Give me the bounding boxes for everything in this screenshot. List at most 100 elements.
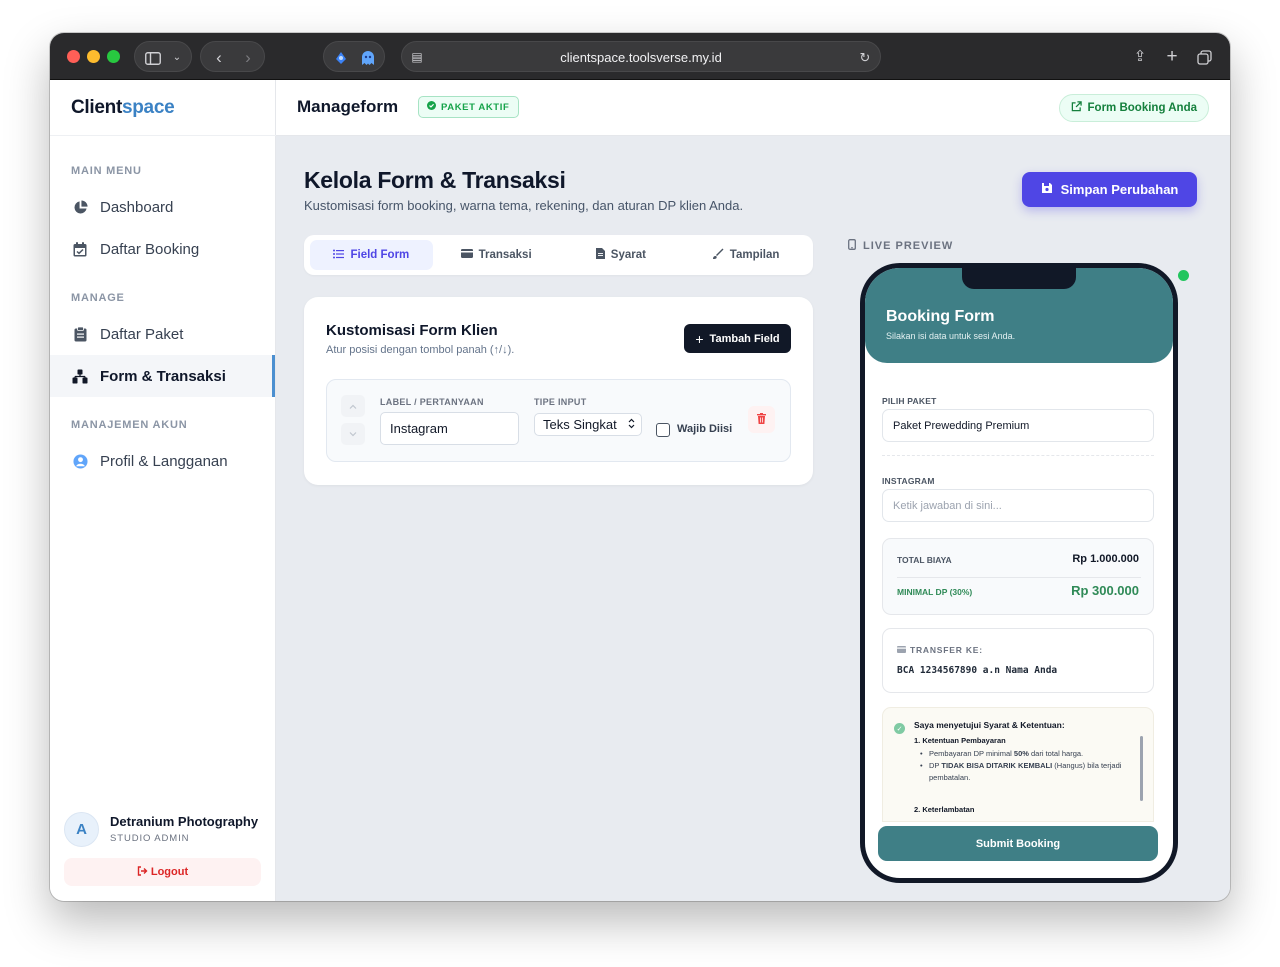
- tab-overview-icon[interactable]: [1193, 41, 1215, 72]
- required-checkbox[interactable]: [656, 423, 670, 437]
- phone-notch: [962, 268, 1076, 289]
- card-subtitle: Atur posisi dengan tombol panah (↑/↓).: [326, 344, 515, 356]
- brand-logo[interactable]: Clientspace: [71, 97, 175, 119]
- status-badge: PAKET AKTIF: [418, 96, 520, 118]
- sidebar-toggle-icon[interactable]: [144, 42, 162, 73]
- calendar-icon: [72, 241, 88, 257]
- list-icon: [333, 249, 345, 262]
- form-fields-card: Kustomisasi Form Klien Atur posisi denga…: [304, 297, 813, 485]
- form-booking-link-label: Form Booking Anda: [1087, 102, 1197, 114]
- terms-heading-1: 1. Ketentuan Pembayaran: [914, 736, 1006, 745]
- top-header: Manageform PAKET AKTIF Form Booking Anda: [276, 80, 1230, 136]
- brand-name-accent: space: [121, 97, 175, 118]
- sidebar-item-label: Profil & Langganan: [100, 452, 228, 470]
- required-label: Wajib Diisi: [677, 423, 733, 435]
- input-type-value: Teks Singkat: [543, 417, 617, 432]
- share-icon[interactable]: ⇪: [1130, 41, 1150, 72]
- form-field-row: LABEL / PERTANYAAN Instagram TIPE INPUT …: [326, 379, 791, 462]
- form-icon: [72, 368, 88, 384]
- section-label-manajemen-akun: MANAJEMEN AKUN: [71, 419, 188, 431]
- transfer-label-row: TRANSFER KE:: [897, 645, 983, 655]
- select-arrows-icon: [628, 417, 635, 432]
- page-subtitle: Kustomisasi form booking, warna tema, re…: [304, 198, 744, 213]
- instagram-input[interactable]: Ketik jawaban di sini...: [882, 489, 1154, 522]
- zoom-window-button[interactable]: [107, 50, 120, 63]
- browser-window: ⌄ ‹ › ▤ clientspace.toolsverse.my.id ↻ ⇪…: [50, 33, 1230, 901]
- tab-transaksi[interactable]: Transaksi: [435, 240, 558, 270]
- delete-field-button[interactable]: [748, 406, 775, 433]
- terms-text: dari total harga.: [1028, 749, 1084, 758]
- settings-tabs: Field Form Transaksi Syarat Tampilan: [304, 235, 813, 275]
- address-bar[interactable]: ▤ clientspace.toolsverse.my.id ↻: [401, 41, 881, 72]
- bank-card-icon: [897, 645, 906, 655]
- input-type-select[interactable]: Teks Singkat: [534, 413, 642, 436]
- sidebar-item-profil-langganan[interactable]: Profil & Langganan: [50, 440, 275, 482]
- tab-label: Transaksi: [478, 249, 532, 261]
- trash-icon: [757, 411, 766, 429]
- chevron-down-icon[interactable]: ⌄: [169, 42, 185, 73]
- sidebar-item-daftar-booking[interactable]: Daftar Booking: [50, 228, 275, 270]
- move-up-button[interactable]: [341, 395, 365, 417]
- live-preview-text: LIVE PREVIEW: [863, 240, 954, 252]
- package-select[interactable]: Paket Prewedding Premium: [882, 409, 1154, 442]
- form-booking-link-button[interactable]: Form Booking Anda: [1058, 94, 1209, 122]
- transfer-account: BCA 1234567890 a.n Nama Anda: [897, 665, 1058, 676]
- tab-tampilan[interactable]: Tampilan: [684, 240, 807, 270]
- submit-booking-button[interactable]: Submit Booking: [878, 826, 1158, 861]
- bullet: •: [920, 761, 923, 770]
- logo-divider: [50, 135, 276, 136]
- plus-icon: +: [695, 330, 704, 347]
- new-tab-icon[interactable]: +: [1162, 41, 1182, 72]
- cost-summary: TOTAL BIAYA Rp 1.000.000 MINIMAL DP (30%…: [882, 538, 1154, 615]
- close-window-button[interactable]: [67, 50, 80, 63]
- back-arrow-icon[interactable]: ‹: [209, 42, 229, 73]
- logout-button[interactable]: Logout: [64, 858, 261, 886]
- chevron-down-icon: [349, 429, 357, 440]
- user-name: Detranium Photography: [110, 814, 259, 829]
- save-changes-label: Simpan Perubahan: [1060, 182, 1179, 197]
- extension-icon[interactable]: [331, 42, 351, 73]
- min-dp-value: Rp 300.000: [1071, 583, 1139, 598]
- terms-check-icon[interactable]: ✓: [894, 723, 905, 734]
- move-down-button[interactable]: [341, 423, 365, 445]
- save-changes-button[interactable]: Simpan Perubahan: [1022, 172, 1197, 207]
- sidebar-item-dashboard[interactable]: Dashboard: [50, 186, 275, 228]
- terms-scrollbar[interactable]: [1140, 736, 1143, 801]
- cost-divider: [897, 577, 1141, 578]
- page-header-title: Manageform: [297, 97, 399, 116]
- user-circle-icon: [72, 453, 88, 469]
- brand-name: Client: [71, 97, 122, 118]
- forward-arrow-icon[interactable]: ›: [238, 42, 258, 73]
- reload-icon[interactable]: ↻: [856, 42, 874, 73]
- main-content: Kelola Form & Transaksi Kustomisasi form…: [276, 136, 1230, 901]
- status-badge-label: PAKET AKTIF: [441, 101, 510, 113]
- terms-box[interactable]: ✓ Saya menyetujui Syarat & Ketentuan: 1.…: [882, 707, 1154, 822]
- transfer-info: TRANSFER KE: BCA 1234567890 a.n Nama And…: [882, 628, 1154, 693]
- min-dp-label: MINIMAL DP (30%): [897, 587, 973, 597]
- browser-titlebar: ⌄ ‹ › ▤ clientspace.toolsverse.my.id ↻ ⇪…: [50, 33, 1230, 80]
- booking-form-subtitle: Silakan isi data untuk sesi Anda.: [886, 331, 1016, 341]
- tab-syarat[interactable]: Syarat: [560, 240, 683, 270]
- save-icon: [1041, 182, 1053, 197]
- package-label: PILIH PAKET: [882, 396, 937, 406]
- pie-chart-icon: [72, 199, 88, 215]
- tab-field-form[interactable]: Field Form: [310, 240, 433, 270]
- user-role: STUDIO ADMIN: [110, 833, 190, 844]
- terms-title: Saya menyetujui Syarat & Ketentuan:: [914, 720, 1065, 730]
- extensions-group: [323, 41, 385, 72]
- terms-item: • DP TIDAK BISA DITARIK KEMBALI (Hangus) …: [920, 760, 1130, 784]
- field-label-input[interactable]: Instagram: [380, 412, 519, 445]
- ghost-extension-icon[interactable]: [358, 42, 378, 73]
- sidebar-toggle-group[interactable]: ⌄: [134, 41, 192, 72]
- sidebar-item-form-transaksi[interactable]: Form & Transaksi: [50, 355, 275, 397]
- url-text: clientspace.toolsverse.my.id: [560, 50, 722, 65]
- tab-label: Field Form: [350, 249, 410, 261]
- sidebar-item-label: Daftar Booking: [100, 240, 200, 258]
- sidebar-item-daftar-paket[interactable]: Daftar Paket: [50, 313, 275, 355]
- minimize-window-button[interactable]: [87, 50, 100, 63]
- page-title: Kelola Form & Transaksi: [304, 167, 566, 193]
- add-field-button[interactable]: + Tambah Field: [684, 324, 791, 353]
- section-label-manage: MANAGE: [71, 292, 125, 304]
- user-profile[interactable]: A Detranium Photography STUDIO ADMIN: [64, 812, 264, 848]
- terms-bold: 50%: [1013, 749, 1029, 758]
